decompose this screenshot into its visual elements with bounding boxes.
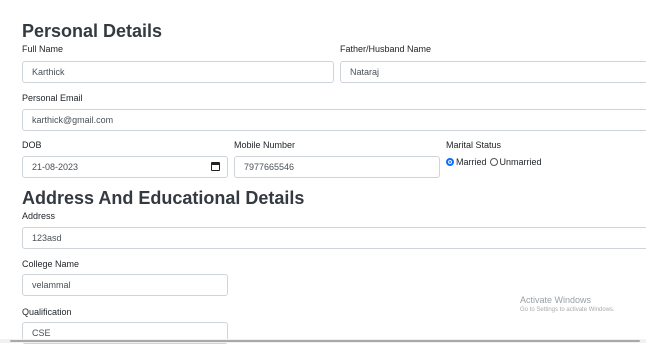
address-input[interactable]: 123asd — [22, 227, 646, 249]
personal-details-heading: Personal Details — [22, 21, 163, 41]
radio-married[interactable] — [446, 158, 454, 166]
father-name-label: Father/Husband Name — [340, 44, 432, 54]
college-label: College Name — [22, 259, 80, 269]
radio-married-label[interactable]: Married — [456, 156, 487, 168]
radio-unmarried[interactable] — [489, 158, 498, 166]
father-name-input[interactable]: Nataraj — [340, 61, 646, 83]
mobile-input[interactable]: 7977665546 — [234, 156, 440, 178]
marital-status-group: Married Unmarried — [446, 156, 542, 168]
full-name-label: Full Name — [22, 44, 64, 54]
marital-status-label: Marital Status — [446, 140, 502, 150]
dob-value: 21-08-2023 — [32, 162, 79, 172]
dob-label: DOB — [22, 140, 42, 150]
email-input[interactable]: karthick@gmail.com — [22, 109, 646, 131]
activate-windows-subtitle: Go to Settings to activate Windows. — [520, 307, 615, 313]
mobile-label: Mobile Number — [234, 140, 296, 150]
scrollbar-thumb[interactable] — [10, 340, 640, 342]
college-input[interactable]: velammal — [22, 274, 228, 296]
activate-windows-title: Activate Windows — [520, 295, 592, 305]
horizontal-scrollbar[interactable] — [0, 339, 646, 343]
qualification-label: Qualification — [22, 307, 72, 317]
calendar-icon[interactable] — [211, 162, 220, 171]
radio-unmarried-label[interactable]: Unmarried — [500, 156, 542, 168]
address-label: Address — [22, 211, 56, 221]
full-name-input[interactable]: Karthick — [22, 61, 334, 83]
address-heading: Address And Educational Details — [22, 188, 305, 208]
email-label: Personal Email — [22, 93, 83, 103]
dob-input[interactable]: 21-08-2023 — [22, 156, 228, 178]
